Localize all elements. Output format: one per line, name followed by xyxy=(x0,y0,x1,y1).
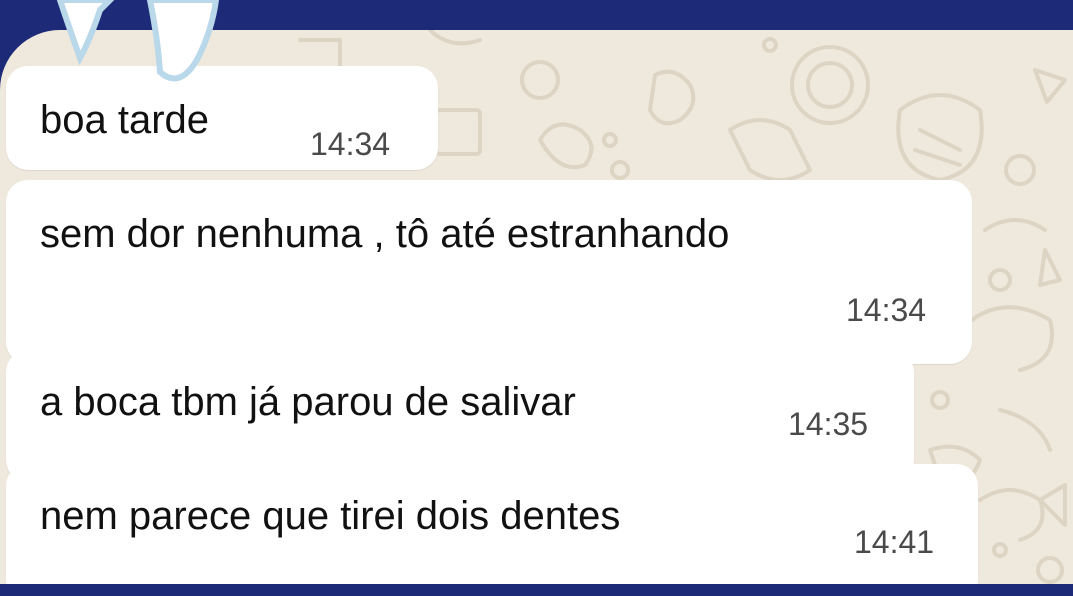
bottom-frame xyxy=(0,584,1073,596)
message-time: 14:41 xyxy=(854,524,935,560)
message-text: sem dor nenhuma , tô até estranhando xyxy=(40,212,730,256)
message-time: 14:34 xyxy=(310,126,391,162)
message-bubble[interactable]: nem parece que tirei dois dentes 14:41 xyxy=(6,464,978,586)
message-time: 14:34 xyxy=(846,292,927,328)
message-text: boa tarde xyxy=(40,98,210,142)
tooth-sticker-icon xyxy=(56,0,220,82)
message-bubble[interactable]: sem dor nenhuma , tô até estranhando 14:… xyxy=(6,180,972,364)
message-bubble[interactable]: a boca tbm já parou de salivar 14:35 xyxy=(6,350,914,482)
message-time: 14:35 xyxy=(788,406,869,442)
chat-area[interactable]: boa tarde 14:34 sem dor nenhuma , tô até… xyxy=(0,30,1073,586)
message-text: nem parece que tirei dois dentes xyxy=(40,494,621,538)
message-text: a boca tbm já parou de salivar xyxy=(40,380,576,424)
